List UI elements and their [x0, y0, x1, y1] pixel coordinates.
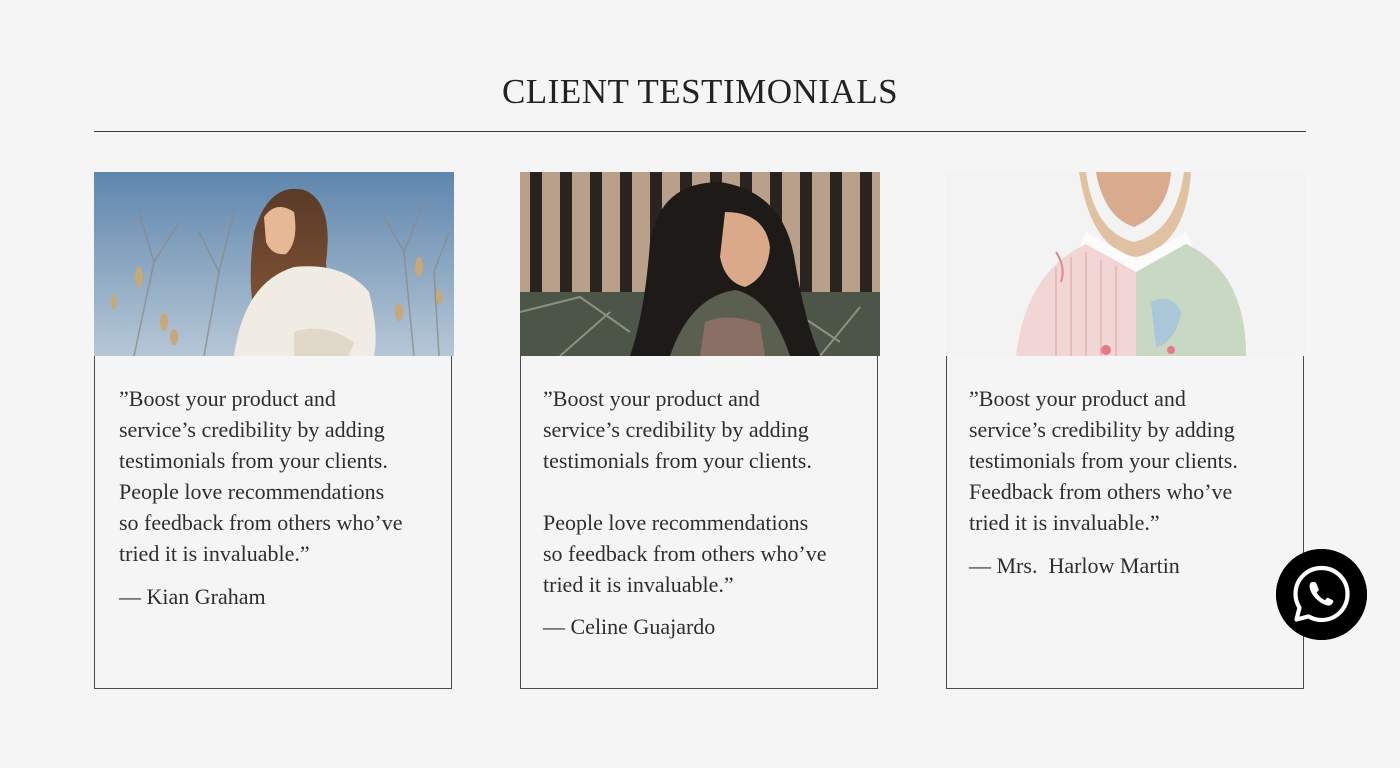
testimonial-author: — Kian Graham	[119, 584, 266, 609]
testimonial-quote: ”Boost your product and service’s credib…	[543, 386, 827, 597]
testimonial-quote: ”Boost your product and service’s credib…	[119, 386, 403, 566]
testimonial-card: ”Boost your product and service’s credib…	[520, 172, 880, 689]
whatsapp-icon	[1276, 549, 1367, 640]
section-title: CLIENT TESTIMONIALS	[501, 72, 899, 111]
testimonial-author: — Celine Guajardo	[543, 614, 716, 639]
title-divider	[94, 131, 1306, 132]
woman-with-dark-hair-photo	[520, 172, 880, 356]
client-photo	[94, 172, 454, 356]
whatsapp-chat-button[interactable]	[1276, 549, 1367, 640]
testimonial-card: ”Boost your product and service’s credib…	[946, 172, 1306, 689]
testimonial-quote: ”Boost your product and service’s credib…	[969, 386, 1238, 535]
client-photo	[946, 172, 1306, 356]
client-photo	[520, 172, 880, 356]
woman-in-field-photo	[94, 172, 454, 356]
testimonial-card: ”Boost your product and service’s credib…	[94, 172, 454, 689]
testimonial-author: — Mrs. Harlow Martin	[969, 553, 1180, 578]
model-in-hijab-photo	[946, 172, 1306, 356]
